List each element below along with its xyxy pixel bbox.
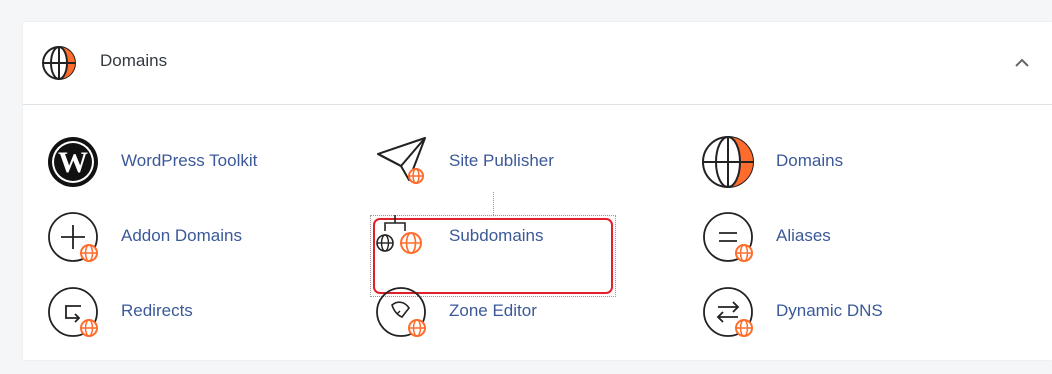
paper-plane-globe-icon <box>377 137 426 184</box>
domains-panel: Domains W WordPress Toolkit Site Publish… <box>23 22 1052 360</box>
panel-header[interactable]: Domains <box>23 22 1052 105</box>
equals-globe-icon <box>703 212 753 262</box>
tool-label[interactable]: Domains <box>776 151 843 171</box>
tool-label[interactable]: Subdomains <box>449 226 544 246</box>
plus-globe-icon <box>48 212 98 262</box>
tool-label[interactable]: WordPress Toolkit <box>121 151 257 171</box>
rocket-globe-icon <box>376 287 426 337</box>
tool-label[interactable]: Redirects <box>121 301 193 321</box>
wordpress-icon: W <box>48 137 98 187</box>
globe-icon <box>42 46 76 80</box>
globe-icon <box>702 136 754 188</box>
tool-label[interactable]: Aliases <box>776 226 831 246</box>
tool-label[interactable]: Site Publisher <box>449 151 554 171</box>
subdomain-globes-icon <box>376 215 422 254</box>
section-title: Domains <box>100 51 168 70</box>
tool-label[interactable]: Zone Editor <box>449 301 537 321</box>
chevron-up-icon[interactable] <box>1013 54 1031 72</box>
tool-label[interactable]: Dynamic DNS <box>776 301 883 321</box>
tool-label[interactable]: Addon Domains <box>121 226 242 246</box>
svg-text:W: W <box>58 146 88 179</box>
redirect-arrow-globe-icon <box>48 287 98 337</box>
focus-connector <box>493 192 494 217</box>
swap-arrows-globe-icon <box>703 287 753 337</box>
